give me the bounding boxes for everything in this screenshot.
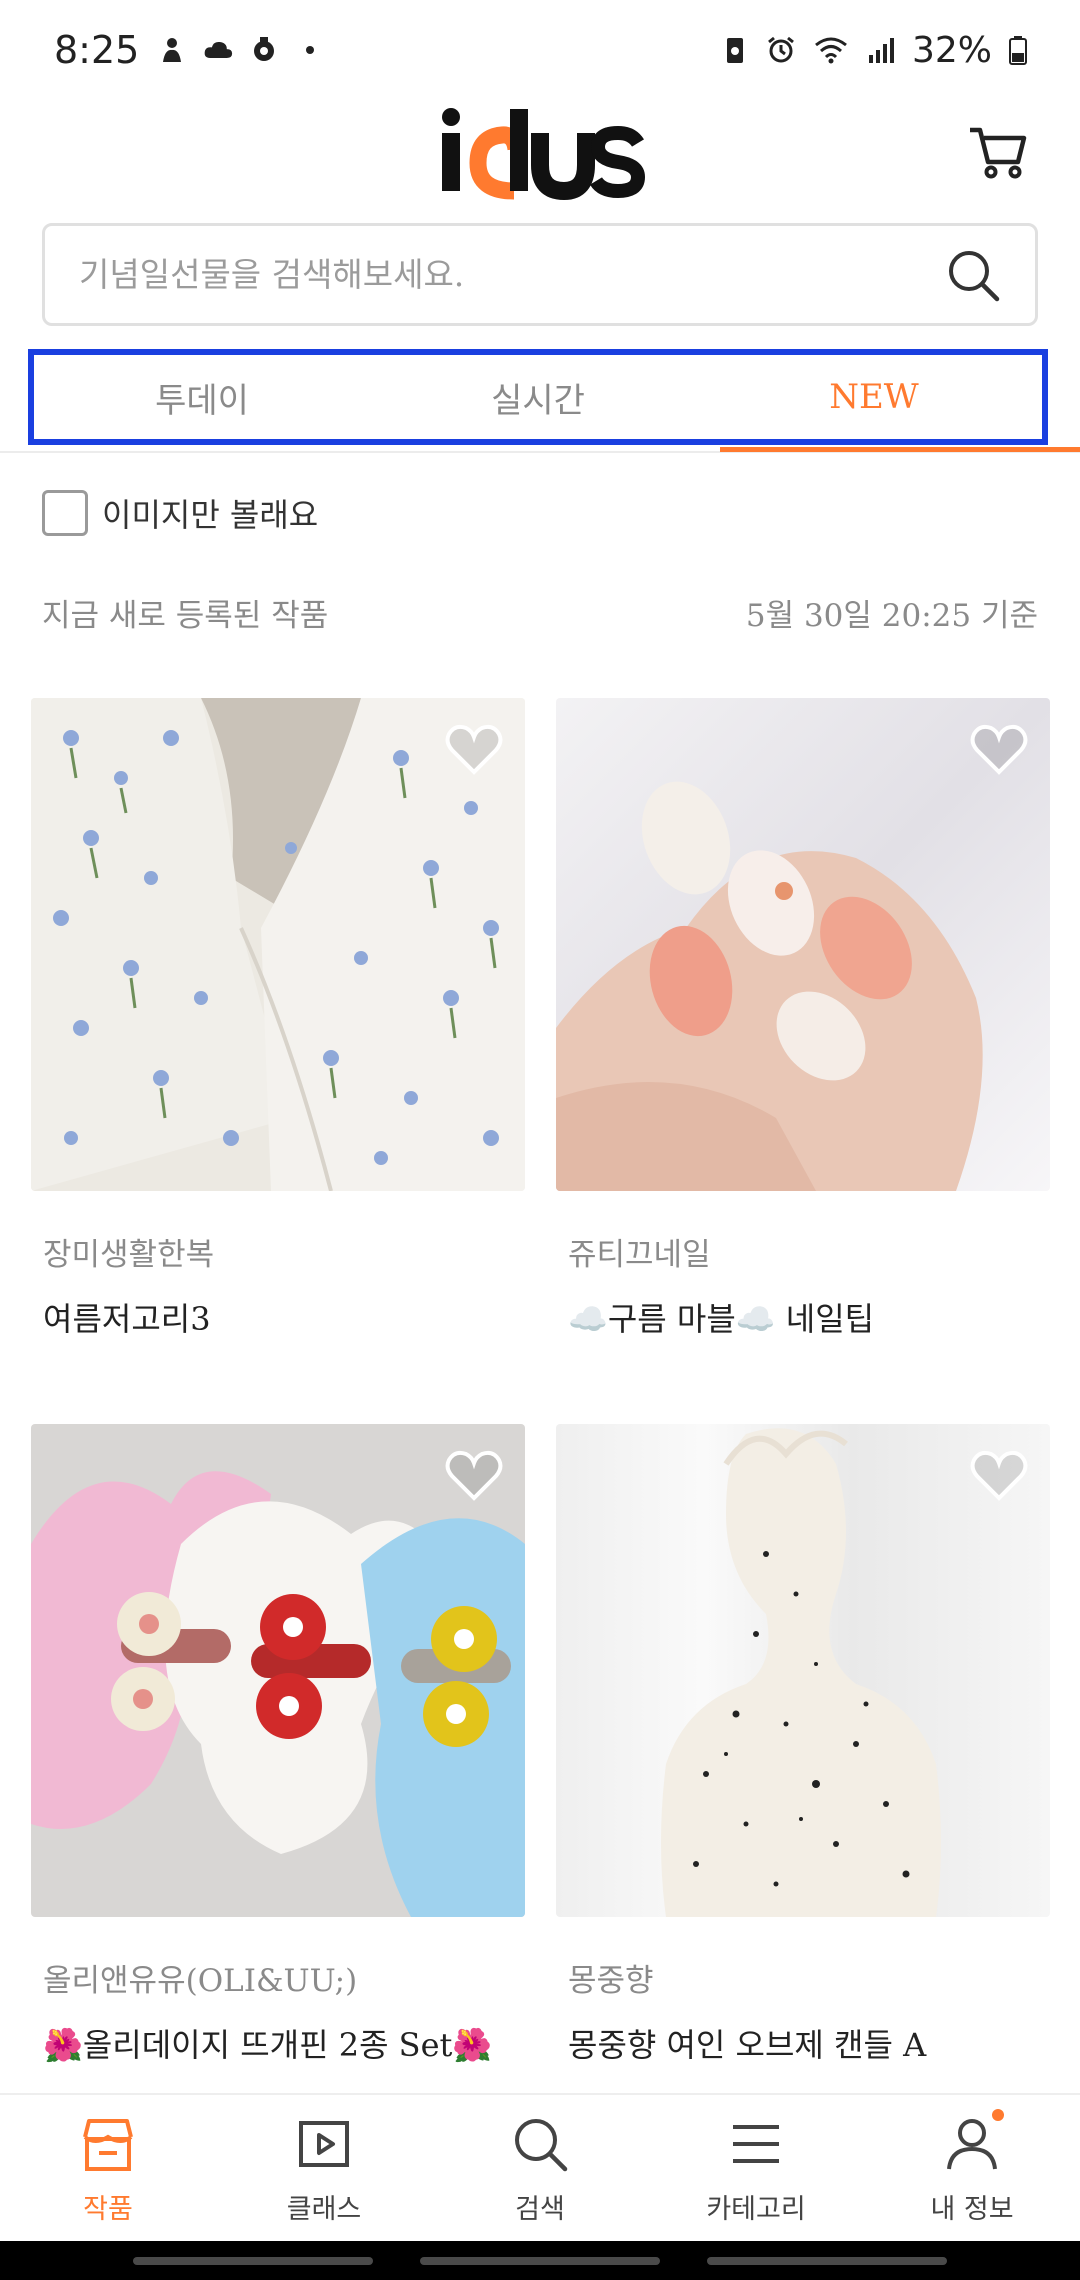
idus-logo[interactable] (436, 105, 646, 200)
heart-icon[interactable] (445, 1448, 503, 1502)
product-image[interactable] (31, 1424, 525, 1917)
product-card[interactable]: 올리앤유유(OLI&UU;) 🌺올리데이지 뜨개핀 2종 Set🌺 (31, 1424, 525, 2066)
active-tab-indicator (720, 447, 1080, 452)
search-icon (515, 2119, 568, 2172)
cart-icon (970, 127, 1027, 179)
gesture-pill-center[interactable] (419, 2256, 660, 2265)
product-seller: 쥬티끄네일 (568, 1237, 711, 1273)
battery-icon (1009, 36, 1027, 65)
person-icon (163, 38, 182, 62)
battery-saver-icon (726, 38, 743, 63)
section-timestamp: 5월 30일 20:25 기준 (745, 598, 1038, 634)
user-icon (947, 2119, 997, 2170)
product-image[interactable] (556, 1424, 1050, 1917)
header (0, 100, 1080, 220)
product-card[interactable]: 쥬티끄네일 ☁️구름 마블☁️ 네일팁 (556, 698, 1050, 1340)
product-card[interactable]: 몽중향 몽중향 여인 오브제 캔들 A (556, 1424, 1050, 2066)
nav-label: 내 정보 (930, 2194, 1014, 2225)
status-left: 8:25 (54, 28, 325, 72)
tab-bar: 투데이 실시간 NEW (0, 345, 1080, 453)
search-bar[interactable] (42, 223, 1038, 326)
product-image[interactable] (556, 698, 1050, 1191)
product-seller: 몽중향 (568, 1963, 654, 1999)
product-title[interactable]: 몽중향 여인 오브제 캔들 A (568, 2020, 1050, 2066)
heart-icon[interactable] (445, 722, 503, 776)
cloud-icon (204, 41, 233, 58)
alarm-icon (768, 36, 794, 63)
product-image[interactable] (31, 698, 525, 1191)
nav-label: 검색 (515, 2194, 565, 2225)
nav-item-products[interactable]: 작품 (0, 2095, 216, 2241)
nav-item-search[interactable]: 검색 (432, 2095, 648, 2241)
tab-new[interactable]: NEW (706, 355, 1042, 439)
nav-label: 작품 (83, 2194, 133, 2225)
status-icons-left (157, 35, 325, 65)
nav-item-category[interactable]: 카테고리 (648, 2095, 864, 2241)
gesture-pill-left[interactable] (133, 2256, 374, 2265)
product-seller: 장미생활한복 (43, 1237, 215, 1273)
signal-icon (868, 38, 894, 63)
image-only-filter[interactable]: 이미지만 볼래요 (42, 490, 318, 536)
cart-button[interactable] (960, 114, 1036, 190)
product-title[interactable]: 🌺올리데이지 뜨개핀 2종 Set🌺 (43, 2020, 525, 2066)
gesture-pill-right[interactable] (706, 2256, 947, 2265)
tabs-highlight-frame: 투데이 실시간 NEW (28, 349, 1048, 445)
gesture-bar (0, 2241, 1080, 2280)
nav-item-my-info[interactable]: 내 정보 (864, 2095, 1080, 2241)
tab-today[interactable]: 투데이 (34, 355, 370, 439)
product-seller: 올리앤유유(OLI&UU;) (43, 1963, 358, 1999)
wifi-icon (815, 37, 847, 64)
section-title: 지금 새로 등록된 작품 (42, 598, 329, 634)
tab-realtime[interactable]: 실시간 (370, 355, 706, 439)
menu-icon (733, 2125, 779, 2163)
image-only-label: 이미지만 볼래요 (102, 496, 319, 534)
nav-item-class[interactable]: 클래스 (216, 2095, 432, 2241)
dot-icon (306, 46, 315, 54)
product-card[interactable]: 장미생활한복 여름저고리3 (31, 698, 525, 1340)
nav-label: 카테고리 (706, 2194, 806, 2225)
shop-icon (83, 2119, 133, 2171)
play-icon (299, 2121, 349, 2167)
product-title[interactable]: ☁️구름 마블☁️ 네일팁 (568, 1294, 1050, 1340)
heart-icon[interactable] (970, 722, 1028, 776)
status-right: 32% (720, 30, 1028, 71)
heart-icon[interactable] (970, 1448, 1028, 1502)
nav-label: 클래스 (286, 2194, 362, 2225)
search-input[interactable] (79, 255, 945, 294)
status-bar: 8:25 32% (0, 0, 1080, 100)
product-title[interactable]: 여름저고리3 (43, 1294, 525, 1340)
location-icon (254, 37, 275, 61)
bottom-navigation: 작품 클래스 검색 카테고리 내 정보 (0, 2093, 1080, 2241)
battery-percent: 32% (911, 29, 992, 71)
search-icon[interactable] (945, 247, 1001, 303)
notification-dot (992, 2109, 1004, 2121)
section-header: 지금 새로 등록된 작품 5월 30일 20:25 기준 (42, 590, 1038, 635)
image-only-checkbox[interactable] (42, 490, 88, 536)
status-time: 8:25 (54, 28, 140, 72)
